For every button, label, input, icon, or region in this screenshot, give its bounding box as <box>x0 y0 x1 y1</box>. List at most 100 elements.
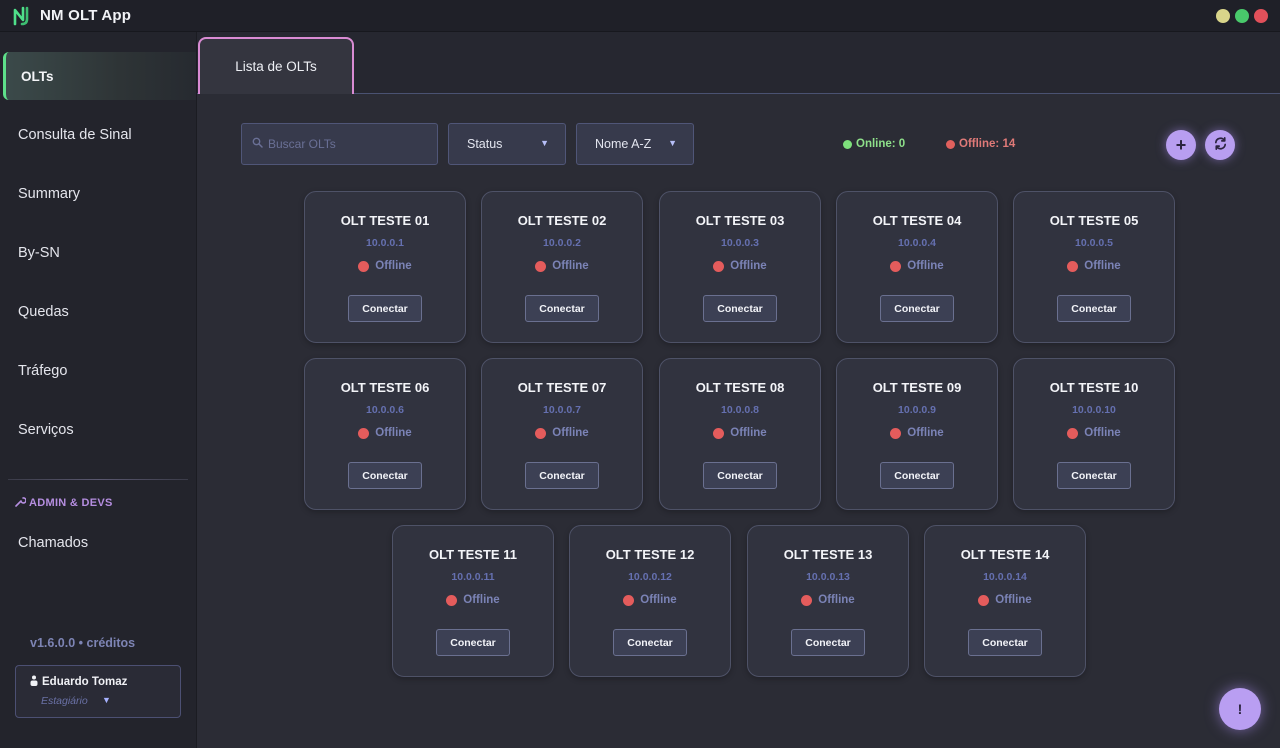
connect-button[interactable]: Conectar <box>348 295 422 322</box>
sidebar-item-quedas[interactable]: Quedas <box>0 288 196 336</box>
maximize-button[interactable] <box>1235 9 1249 23</box>
olt-status: Offline <box>1014 427 1174 439</box>
user-name-text: Eduardo Tomaz <box>42 676 128 688</box>
sort-value: Nome A-Z <box>595 137 652 151</box>
olt-ip: 10.0.0.4 <box>898 237 936 249</box>
olt-status-text: Offline <box>907 427 944 439</box>
connect-button[interactable]: Conectar <box>1057 462 1131 489</box>
status-dot-icon <box>713 260 725 272</box>
sidebar-item-chamados[interactable]: Chamados <box>0 519 196 567</box>
olt-ip: 10.0.0.14 <box>983 571 1027 583</box>
connect-button[interactable]: Conectar <box>880 295 954 322</box>
olt-ip: 10.0.0.9 <box>898 404 936 416</box>
sidebar-item-label: Tráfego <box>18 363 68 379</box>
version-credits-link[interactable]: v1.6.0.0 • créditos <box>30 636 135 650</box>
status-dot-icon <box>358 427 370 439</box>
status-dot-icon <box>446 594 458 606</box>
olt-ip: 10.0.0.11 <box>451 571 495 583</box>
minimize-button[interactable] <box>1216 9 1230 23</box>
olt-ip: 10.0.0.5 <box>1075 237 1113 249</box>
connect-button[interactable]: Conectar <box>613 629 687 656</box>
user-profile[interactable]: Eduardo Tomaz Estagiário ▼ <box>15 665 181 718</box>
olt-status-text: Offline <box>640 594 677 606</box>
olt-card: OLT TESTE 03 10.0.0.3 Offline Conectar <box>659 191 821 343</box>
sort-select[interactable]: Nome A-Z ▼ <box>576 123 694 165</box>
connect-button[interactable]: Conectar <box>880 462 954 489</box>
add-olt-button[interactable]: + <box>1166 130 1196 160</box>
olt-card: OLT TESTE 11 10.0.0.11 Offline Conectar <box>392 525 554 677</box>
connect-button[interactable]: Conectar <box>703 462 777 489</box>
user-role: Estagiário <box>41 695 88 707</box>
status-dot-icon <box>801 594 813 606</box>
connect-button[interactable]: Conectar <box>1057 295 1131 322</box>
sidebar-item-by-sn[interactable]: By-SN <box>0 229 196 277</box>
status-dot-icon <box>890 427 902 439</box>
connect-button[interactable]: Conectar <box>968 629 1042 656</box>
olt-status-text: Offline <box>730 427 767 439</box>
plus-icon: + <box>1175 134 1187 155</box>
search-input[interactable] <box>268 137 428 151</box>
chevron-down-icon[interactable]: ▼ <box>102 695 111 705</box>
olt-status: Offline <box>1014 260 1174 272</box>
wrench-icon <box>15 496 27 510</box>
olt-name: OLT TESTE 11 <box>429 547 517 562</box>
chevron-down-icon: ▼ <box>540 138 549 148</box>
close-button[interactable] <box>1254 9 1268 23</box>
olt-status-text: Offline <box>375 427 412 439</box>
user-name: Eduardo Tomaz <box>30 675 127 689</box>
sidebar-item-consulta-de-sinal[interactable]: Consulta de Sinal <box>0 111 196 159</box>
olt-name: OLT TESTE 12 <box>605 547 695 562</box>
tab-bar: Lista de OLTs <box>197 32 1280 94</box>
connect-button[interactable]: Conectar <box>525 295 599 322</box>
olt-status: Offline <box>837 260 997 272</box>
user-icon <box>30 675 38 689</box>
refresh-button[interactable] <box>1205 130 1235 160</box>
olt-status: Offline <box>305 427 465 439</box>
olt-card: OLT TESTE 01 10.0.0.1 Offline Conectar <box>304 191 466 343</box>
olt-status: Offline <box>393 594 553 606</box>
sidebar-item-label: Quedas <box>18 304 69 320</box>
online-count-text: Online: 0 <box>856 138 906 150</box>
olt-status-text: Offline <box>730 260 767 272</box>
sidebar-item-servicos[interactable]: Serviços <box>0 406 196 454</box>
olt-name: OLT TESTE 07 <box>517 380 607 395</box>
olt-ip: 10.0.0.7 <box>543 404 581 416</box>
status-filter-value: Status <box>467 137 503 151</box>
olt-ip: 10.0.0.8 <box>721 404 759 416</box>
olt-ip: 10.0.0.6 <box>366 404 404 416</box>
app-title: NM OLT App <box>40 7 132 24</box>
status-dot-icon <box>535 427 547 439</box>
olt-ip: 10.0.0.1 <box>366 237 404 249</box>
admin-section-label: ADMIN & DEVS <box>15 496 113 510</box>
olt-ip: 10.0.0.10 <box>1072 404 1116 416</box>
connect-button[interactable]: Conectar <box>525 462 599 489</box>
help-button[interactable]: ! <box>1219 688 1261 730</box>
connect-button[interactable]: Conectar <box>436 629 510 656</box>
sidebar-item-label: Consulta de Sinal <box>18 127 132 143</box>
status-dot-icon <box>978 594 990 606</box>
olt-status-text: Offline <box>907 260 944 272</box>
chevron-down-icon: ▼ <box>668 138 677 148</box>
olt-card: OLT TESTE 07 10.0.0.7 Offline Conectar <box>481 358 643 510</box>
olt-ip: 10.0.0.12 <box>628 571 672 583</box>
sidebar-item-trafego[interactable]: Tráfego <box>0 347 196 395</box>
offline-count-text: Offline: 14 <box>959 138 1016 150</box>
offline-count: Offline: 14 <box>946 138 1015 150</box>
search-box[interactable] <box>241 123 438 165</box>
olt-status: Offline <box>660 427 820 439</box>
connect-button[interactable]: Conectar <box>703 295 777 322</box>
connect-button[interactable]: Conectar <box>348 462 422 489</box>
olt-card: OLT TESTE 10 10.0.0.10 Offline Conectar <box>1013 358 1175 510</box>
sidebar-item-olts[interactable]: OLTs <box>3 52 196 100</box>
help-icon: ! <box>1237 701 1243 717</box>
olt-name: OLT TESTE 09 <box>872 380 962 395</box>
tab-lista-de-olts[interactable]: Lista de OLTs <box>198 37 354 94</box>
olt-status: Offline <box>748 594 908 606</box>
connect-button[interactable]: Conectar <box>791 629 865 656</box>
admin-section-text: ADMIN & DEVS <box>29 497 113 509</box>
title-bar: NM OLT App <box>0 0 1280 32</box>
olt-name: OLT TESTE 06 <box>340 380 430 395</box>
tab-label: Lista de OLTs <box>235 59 317 74</box>
status-filter-select[interactable]: Status ▼ <box>448 123 566 165</box>
sidebar-item-summary[interactable]: Summary <box>0 170 196 218</box>
